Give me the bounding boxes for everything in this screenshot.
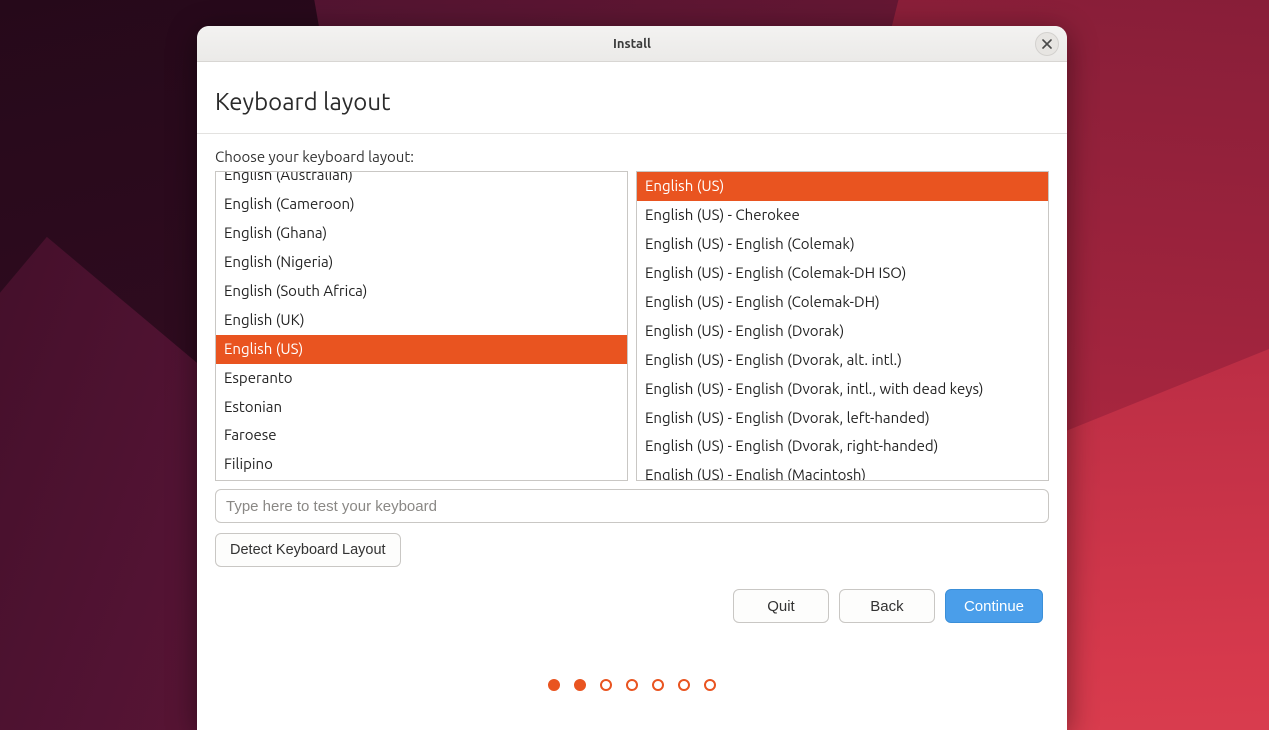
list-item[interactable]: Esperanto: [216, 364, 627, 393]
list-item[interactable]: Estonian: [216, 393, 627, 422]
progress-dots: [215, 679, 1049, 691]
list-item[interactable]: English (Ghana): [216, 219, 627, 248]
list-item[interactable]: English (UK): [216, 306, 627, 335]
list-item[interactable]: English (US) - English (Colemak): [637, 230, 1048, 259]
list-item[interactable]: English (US) - English (Dvorak, intl., w…: [637, 375, 1048, 404]
continue-button[interactable]: Continue: [945, 589, 1043, 623]
close-button[interactable]: [1035, 32, 1059, 56]
installer-window: Install Keyboard layout Choose your keyb…: [197, 26, 1067, 730]
list-item[interactable]: English (US) - English (Dvorak, right-ha…: [637, 432, 1048, 461]
progress-dot: [548, 679, 560, 691]
detect-keyboard-button[interactable]: Detect Keyboard Layout: [215, 533, 401, 567]
progress-dot: [600, 679, 612, 691]
content-area: Keyboard layout Choose your keyboard lay…: [197, 62, 1067, 691]
layout-list-left[interactable]: English (Australian)English (Cameroon)En…: [215, 171, 628, 481]
list-item[interactable]: Finnish: [216, 479, 627, 481]
list-item[interactable]: Filipino: [216, 450, 627, 479]
divider: [197, 133, 1067, 134]
list-item[interactable]: English (US) - English (Colemak-DH ISO): [637, 259, 1048, 288]
close-icon: [1042, 39, 1052, 49]
quit-button[interactable]: Quit: [733, 589, 829, 623]
titlebar: Install: [197, 26, 1067, 62]
list-item[interactable]: English (US) - English (Macintosh): [637, 461, 1048, 481]
list-item[interactable]: English (Australian): [216, 171, 627, 190]
list-item[interactable]: English (Nigeria): [216, 248, 627, 277]
progress-dot: [652, 679, 664, 691]
list-item[interactable]: English (US) - English (Dvorak): [637, 317, 1048, 346]
window-title: Install: [613, 37, 651, 51]
prompt-label: Choose your keyboard layout:: [215, 148, 1049, 165]
list-item[interactable]: English (South Africa): [216, 277, 627, 306]
back-button[interactable]: Back: [839, 589, 935, 623]
list-item[interactable]: English (US) - English (Colemak-DH): [637, 288, 1048, 317]
progress-dot: [678, 679, 690, 691]
keyboard-test-input[interactable]: [215, 489, 1049, 523]
layout-lists: English (Australian)English (Cameroon)En…: [215, 171, 1049, 481]
list-item[interactable]: English (US): [637, 172, 1048, 201]
progress-dot: [574, 679, 586, 691]
list-item[interactable]: English (US) - English (Dvorak, alt. int…: [637, 346, 1048, 375]
list-item[interactable]: English (US) - English (Dvorak, left-han…: [637, 404, 1048, 433]
page-title: Keyboard layout: [215, 88, 1049, 115]
list-item[interactable]: Faroese: [216, 421, 627, 450]
list-item[interactable]: English (Cameroon): [216, 190, 627, 219]
layout-list-right[interactable]: English (US)English (US) - CherokeeEngli…: [636, 171, 1049, 481]
progress-dot: [704, 679, 716, 691]
footer-buttons: Quit Back Continue: [215, 589, 1049, 623]
list-item[interactable]: English (US) - Cherokee: [637, 201, 1048, 230]
progress-dot: [626, 679, 638, 691]
list-item[interactable]: English (US): [216, 335, 627, 364]
